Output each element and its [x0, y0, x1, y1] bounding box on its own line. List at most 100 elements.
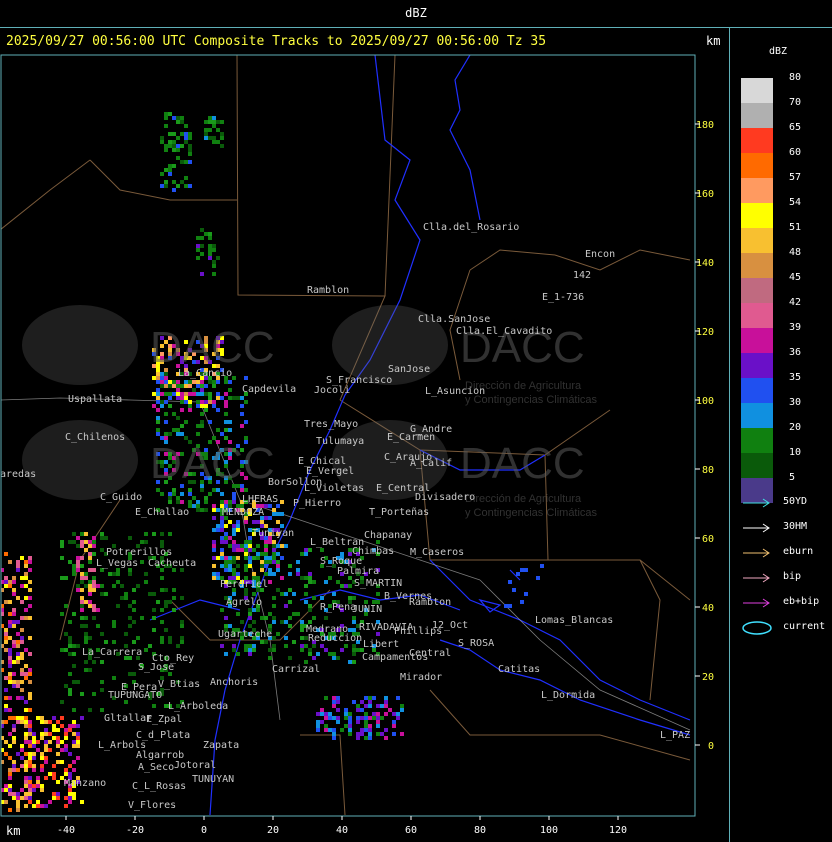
echo-pixel: [44, 740, 48, 744]
echo-pixel: [196, 384, 200, 388]
echo-pixel: [44, 728, 48, 732]
echo-pixel: [20, 696, 24, 700]
echo-pixel: [340, 648, 344, 652]
echo-pixel: [272, 548, 276, 552]
echo-pixel: [356, 720, 360, 724]
echo-pixel: [164, 124, 168, 128]
echo-pixel: [304, 576, 308, 580]
echo-pixel: [80, 544, 84, 548]
echo-pixel: [356, 704, 360, 708]
radar-map[interactable]: DACC DACC DACC DACC Dirección de Agricul…: [0, 0, 730, 842]
echo-pixel: [76, 584, 80, 588]
echo-pixel: [248, 548, 252, 552]
echo-pixel: [376, 716, 380, 720]
legend-level: 45: [741, 272, 831, 303]
echo-pixel: [208, 392, 212, 396]
echo-pixel: [284, 544, 288, 548]
place-label: Encon: [585, 249, 615, 260]
echo-pixel: [172, 392, 176, 396]
echo-pixel: [268, 568, 272, 572]
echo-pixel: [20, 748, 24, 752]
place-label: E_1-736: [542, 292, 584, 303]
echo-pixel: [84, 632, 88, 636]
echo-pixel: [332, 732, 336, 736]
echo-pixel: [220, 524, 224, 528]
legend-level: 36: [741, 347, 831, 378]
echo-pixel: [208, 236, 212, 240]
echo-pixel: [224, 624, 228, 628]
echo-pixel: [356, 716, 360, 720]
echo-pixel: [76, 680, 80, 684]
echo-pixel: [260, 616, 264, 620]
echo-pixel: [356, 708, 360, 712]
y-tick-label: 80: [702, 465, 714, 476]
x-tick-label: 80: [474, 825, 486, 836]
legend-swatch: [741, 78, 773, 103]
echo-pixel: [20, 636, 24, 640]
echo-pixel: [112, 572, 116, 576]
place-label: Ugarteche: [218, 629, 272, 640]
echo-pixel: [212, 116, 216, 120]
echo-pixel: [252, 620, 256, 624]
track-legend-item: current: [741, 621, 831, 635]
echo-pixel: [44, 748, 48, 752]
echo-pixel: [316, 724, 320, 728]
echo-pixel: [32, 744, 36, 748]
echo-pixel: [8, 716, 12, 720]
echo-pixel: [4, 576, 8, 580]
echo-pixel: [212, 488, 216, 492]
track-arrow-icon: [743, 548, 770, 558]
echo-pixel: [144, 648, 148, 652]
place-label: La_Cancio: [178, 368, 232, 379]
echo-pixel: [48, 732, 52, 736]
echo-pixel: [220, 540, 224, 544]
echo-pixel: [332, 652, 336, 656]
echo-pixel: [80, 564, 84, 568]
echo-pixel: [36, 800, 40, 804]
echo-pixel: [180, 500, 184, 504]
echo-pixel: [20, 616, 24, 620]
echo-pixel: [224, 412, 228, 416]
echo-pixel: [216, 528, 220, 532]
echo-pixel: [92, 588, 96, 592]
echo-pixel: [304, 584, 308, 588]
echo-pixel: [200, 380, 204, 384]
echo-pixel: [28, 740, 32, 744]
echo-pixel: [224, 560, 228, 564]
echo-pixel: [364, 736, 368, 740]
echo-pixel: [192, 388, 196, 392]
echo-pixel: [280, 544, 284, 548]
echo-pixel: [236, 544, 240, 548]
echo-pixel: [124, 596, 128, 600]
echo-pixel: [164, 168, 168, 172]
echo-pixel: [252, 608, 256, 612]
echo-pixel: [352, 616, 356, 620]
echo-pixel: [72, 740, 76, 744]
echo-pixel: [196, 500, 200, 504]
echo-pixel: [88, 636, 92, 640]
echo-pixel: [396, 712, 400, 716]
echo-pixel: [144, 572, 148, 576]
echo-pixel: [228, 500, 232, 504]
echo-pixel: [236, 524, 240, 528]
echo-pixel: [72, 792, 76, 796]
echo-pixel: [40, 764, 44, 768]
place-label: Catitas: [498, 664, 540, 675]
echo-pixel: [288, 588, 292, 592]
echo-pixel: [12, 644, 16, 648]
echo-pixel: [20, 556, 24, 560]
echo-pixel: [92, 552, 96, 556]
echo-pixel: [172, 180, 176, 184]
echo-pixel: [200, 508, 204, 512]
echo-pixel: [52, 728, 56, 732]
echo-pixel: [88, 540, 92, 544]
echo-pixel: [320, 720, 324, 724]
echo-pixel: [164, 412, 168, 416]
echo-pixel: [244, 644, 248, 648]
echo-pixel: [136, 636, 140, 640]
echo-pixel: [84, 640, 88, 644]
echo-pixel: [80, 532, 84, 536]
echo-pixel: [300, 644, 304, 648]
echo-pixel: [344, 724, 348, 728]
echo-pixel: [240, 404, 244, 408]
